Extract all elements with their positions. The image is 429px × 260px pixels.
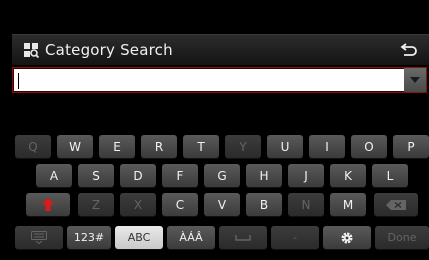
key-t[interactable]: T: [183, 135, 219, 158]
key-a[interactable]: A: [36, 164, 72, 187]
title-bar: Category Search: [12, 34, 429, 65]
text-caret: [18, 73, 19, 89]
key-u[interactable]: U: [267, 135, 303, 158]
backspace-icon: [386, 199, 406, 210]
mode-123-key[interactable]: 123#: [67, 226, 111, 249]
category-search-icon: [24, 43, 39, 58]
search-input[interactable]: [12, 67, 427, 93]
back-button[interactable]: [389, 35, 429, 65]
key-p[interactable]: P: [393, 135, 429, 158]
key-i[interactable]: I: [309, 135, 345, 158]
key-c[interactable]: C: [162, 193, 198, 216]
key-n[interactable]: N: [288, 193, 324, 216]
key-r[interactable]: R: [141, 135, 177, 158]
mode-accent-key[interactable]: ÀÁÂ: [167, 226, 215, 249]
key-m[interactable]: M: [330, 193, 366, 216]
key-g[interactable]: G: [204, 164, 240, 187]
key-w[interactable]: W: [57, 135, 93, 158]
key-o[interactable]: O: [351, 135, 387, 158]
dash-key[interactable]: -: [271, 226, 319, 249]
key-k[interactable]: K: [330, 164, 366, 187]
keyboard-hide-icon: [31, 231, 47, 244]
shift-arrow-icon: [42, 198, 54, 211]
mode-abc-key[interactable]: ABC: [115, 226, 163, 249]
key-e[interactable]: E: [99, 135, 135, 158]
key-y[interactable]: Y: [225, 135, 261, 158]
key-l[interactable]: L: [372, 164, 408, 187]
dropdown-button[interactable]: [404, 68, 426, 92]
settings-key[interactable]: [323, 226, 371, 249]
done-key[interactable]: Done: [375, 226, 429, 249]
key-d[interactable]: D: [120, 164, 156, 187]
key-v[interactable]: V: [204, 193, 240, 216]
key-q[interactable]: Q: [15, 135, 51, 158]
keyboard-hide-key[interactable]: [15, 226, 63, 249]
space-key[interactable]: [219, 226, 267, 249]
keyboard: Q W E R T Y U I O P A S D F G H J K L Z …: [12, 126, 429, 260]
key-j[interactable]: J: [288, 164, 324, 187]
key-h[interactable]: H: [246, 164, 282, 187]
key-x[interactable]: X: [120, 193, 156, 216]
space-icon: [235, 234, 251, 241]
key-b[interactable]: B: [246, 193, 282, 216]
gear-icon: [341, 232, 353, 243]
key-z[interactable]: Z: [78, 193, 114, 216]
back-arrow-icon: [400, 43, 417, 56]
page-title: Category Search: [45, 41, 173, 59]
backspace-key[interactable]: [374, 193, 418, 216]
key-f[interactable]: F: [162, 164, 198, 187]
key-s[interactable]: S: [78, 164, 114, 187]
dropdown-arrow-icon: [410, 77, 420, 83]
shift-key[interactable]: [26, 193, 70, 216]
